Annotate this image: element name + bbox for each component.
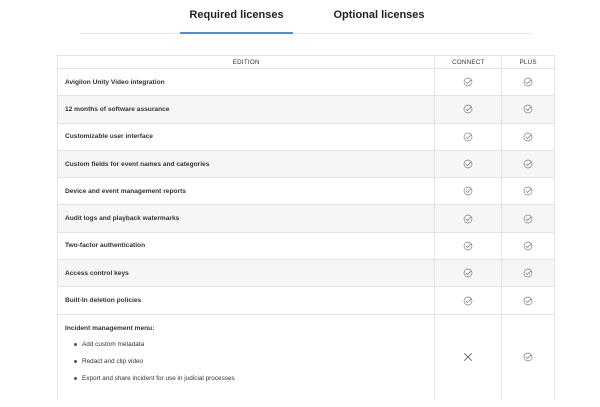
connect-cell <box>434 232 501 260</box>
list-item: Redact and clip video <box>74 358 235 365</box>
list-item: Export and share incident for use in jud… <box>74 375 235 382</box>
plus-cell <box>501 150 554 178</box>
x-icon <box>463 352 473 362</box>
check-icon <box>523 132 533 142</box>
bullet-icon <box>74 342 77 346</box>
feature-name: Audit logs and playback watermarks <box>65 215 180 223</box>
table-row: Access control keys <box>58 260 554 288</box>
incident-connect-cell <box>434 314 501 400</box>
check-icon <box>463 159 473 169</box>
connect-cell <box>434 260 501 287</box>
feature-name: Customizable user interface <box>65 133 153 141</box>
feature-name: Built-In deletion policies <box>65 297 142 305</box>
connect-cell <box>434 287 501 314</box>
connect-cell <box>434 205 501 232</box>
list-item-label: Add custom metadata <box>82 340 145 348</box>
table-row-incident-management: Incident management menu: Add custom met… <box>58 314 554 400</box>
feature-name: Avigilon Unity Video integration <box>65 78 165 86</box>
plus-cell <box>501 178 554 205</box>
table-row: Device and event management reports <box>58 178 554 206</box>
incident-plus-cell <box>501 314 554 400</box>
plus-cell <box>501 260 554 287</box>
check-icon <box>523 77 533 87</box>
check-icon <box>523 241 533 251</box>
incident-feature-cell: Incident management menu: Add custom met… <box>58 315 434 400</box>
license-comparison-table: EDITION CONNECT PLUS Avigilon Unity Vide… <box>57 55 555 400</box>
feature-name: Device and event management reports <box>65 187 186 195</box>
connect-cell <box>434 96 501 123</box>
feature-name: Two-factor authentication <box>65 242 146 250</box>
header-plus: PLUS <box>501 56 554 68</box>
list-item: Add custom metadata <box>74 341 235 348</box>
connect-cell <box>434 69 501 96</box>
incident-title: Incident management menu: <box>65 324 155 332</box>
plus-cell <box>501 123 554 150</box>
license-tabs: Required licenses Optional licenses <box>80 0 532 34</box>
table-row: Customizable user interface <box>58 123 554 151</box>
check-icon <box>463 214 473 224</box>
list-item-label: Redact and clip video <box>82 357 144 365</box>
check-icon <box>523 159 533 169</box>
bullet-icon <box>74 376 77 380</box>
plus-cell <box>501 205 554 232</box>
check-icon <box>523 214 533 224</box>
bullet-icon <box>74 359 77 363</box>
incident-list: Add custom metadata Redact and clip vide… <box>65 341 235 392</box>
connect-cell <box>434 178 501 205</box>
check-icon <box>463 77 473 87</box>
header-edition: EDITION <box>232 58 260 66</box>
license-page: Required licenses Optional licenses EDIT… <box>0 0 600 407</box>
check-icon <box>523 296 533 306</box>
connect-cell <box>434 123 501 150</box>
table-header-row: EDITION CONNECT PLUS <box>58 56 554 69</box>
check-icon <box>523 104 533 114</box>
check-icon <box>523 186 533 196</box>
feature-name: Custom fields for event names and catego… <box>65 160 210 168</box>
feature-name: 12 months of software assurance <box>65 105 170 113</box>
check-icon <box>463 268 473 278</box>
connect-cell <box>434 150 501 178</box>
table-row: Built-In deletion policies <box>58 287 554 315</box>
plus-cell <box>501 69 554 96</box>
header-connect: CONNECT <box>434 56 501 68</box>
check-icon <box>463 104 473 114</box>
plus-cell <box>501 96 554 123</box>
plus-cell <box>501 287 554 314</box>
tab-required-licenses[interactable]: Required licenses <box>180 0 293 34</box>
check-icon <box>463 186 473 196</box>
table-row: Custom fields for event names and catego… <box>58 150 554 179</box>
check-icon <box>523 352 533 362</box>
check-icon <box>463 296 473 306</box>
table-row: Two-factor authentication <box>58 232 554 261</box>
list-item-label: Export and share incident for use in jud… <box>82 374 235 382</box>
table-row: Avigilon Unity Video integration <box>58 69 554 97</box>
table-row: 12 months of software assurance <box>58 96 554 124</box>
plus-cell <box>501 232 554 260</box>
check-icon <box>463 241 473 251</box>
check-icon <box>523 268 533 278</box>
tab-optional-licenses[interactable]: Optional licenses <box>310 0 448 34</box>
check-icon <box>463 132 473 142</box>
feature-name: Access control keys <box>65 269 129 277</box>
table-row: Audit logs and playback watermarks <box>58 205 554 233</box>
